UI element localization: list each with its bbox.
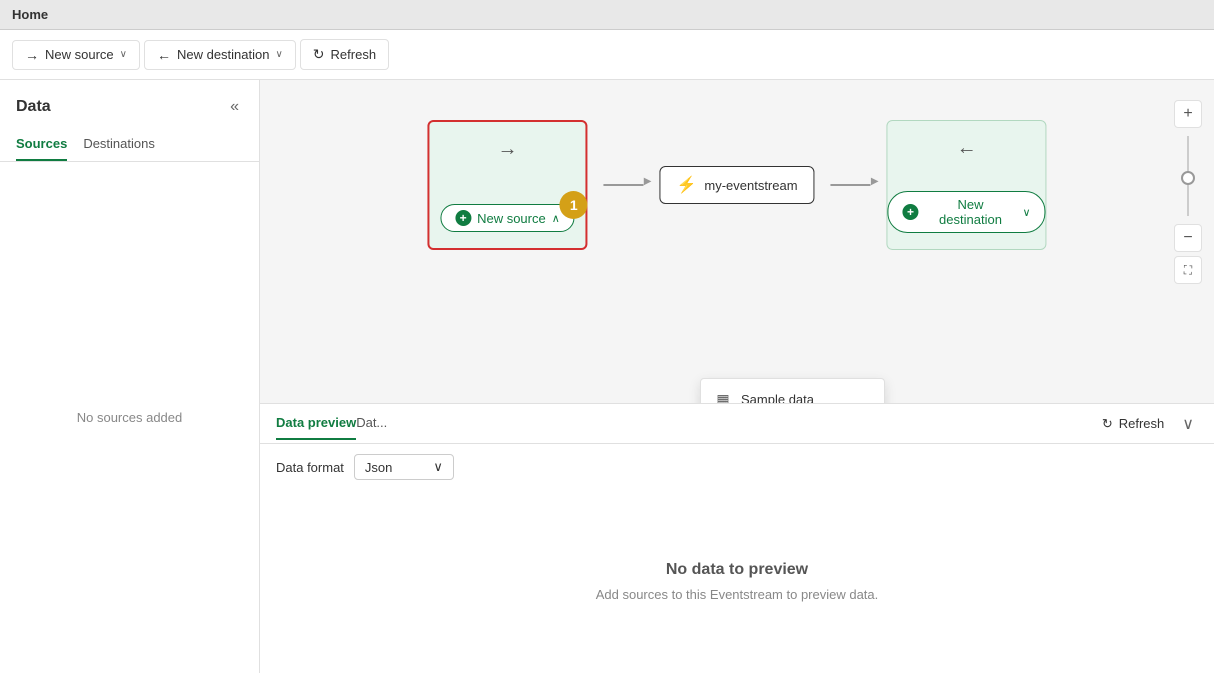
sidebar-header: Data « bbox=[0, 80, 259, 128]
enter-icon: → bbox=[25, 47, 39, 63]
arrow-right bbox=[831, 184, 871, 186]
exit-icon: ← bbox=[157, 47, 171, 63]
zoom-slider-track bbox=[1187, 136, 1189, 216]
sidebar-tab-destinations[interactable]: Destinations bbox=[83, 128, 155, 161]
new-destination-label: New destination bbox=[177, 47, 270, 62]
fit-view-button[interactable]: ⛶ bbox=[1174, 256, 1202, 284]
zoom-slider-thumb[interactable] bbox=[1181, 171, 1195, 185]
no-data-subtitle: Add sources to this Eventstream to previ… bbox=[596, 587, 879, 602]
toolbar: → New source ∨ ← New destination ∨ ↻ Ref… bbox=[0, 30, 1214, 80]
new-destination-node-label: New destination bbox=[924, 197, 1016, 227]
no-data-title: No data to preview bbox=[666, 561, 808, 579]
data-format-label: Data format bbox=[276, 460, 344, 475]
sample-data-label: Sample data bbox=[741, 392, 814, 404]
new-source-chevron-icon: ∨ bbox=[120, 49, 127, 60]
source-node: → + New source ∧ 1 bbox=[427, 120, 587, 250]
sidebar-title: Data bbox=[16, 98, 51, 116]
new-destination-node-button[interactable]: + New destination ∨ bbox=[888, 191, 1046, 233]
menu-item-sample-data[interactable]: ▦ Sample data bbox=[701, 383, 884, 403]
new-source-node-button[interactable]: + New source ∧ 1 bbox=[440, 204, 575, 232]
plus-icon: + bbox=[455, 210, 471, 226]
new-source-button[interactable]: → New source ∨ bbox=[12, 40, 140, 70]
center-node-label: my-eventstream bbox=[704, 178, 797, 193]
sample-data-icon: ▦ bbox=[715, 391, 731, 403]
new-source-label: New source bbox=[45, 47, 114, 62]
canvas: → + New source ∧ 1 ⚡ bbox=[260, 80, 1214, 403]
flow-container: → + New source ∧ 1 ⚡ bbox=[427, 120, 1046, 250]
dropdown-menu: ▦ Sample data ⊟ Azure Event Hub ⊡ Azure … bbox=[700, 378, 885, 403]
eventstream-icon: ⚡ bbox=[676, 175, 696, 195]
source-chevron: ∧ bbox=[552, 212, 560, 225]
sidebar-empty-message: No sources added bbox=[0, 162, 259, 673]
new-source-node-label: New source bbox=[477, 211, 546, 226]
zoom-out-button[interactable]: − bbox=[1174, 224, 1202, 252]
bottom-refresh-button[interactable]: ↻ Refresh bbox=[1094, 412, 1172, 436]
arrow-line-right bbox=[831, 184, 871, 186]
data-format-row: Data format Json ∨ bbox=[260, 444, 1214, 490]
tab-data-preview[interactable]: Data preview bbox=[276, 407, 356, 440]
center-node: ⚡ my-eventstream bbox=[659, 166, 814, 204]
format-chevron-icon: ∨ bbox=[433, 459, 443, 475]
destination-node-icon: ← bbox=[957, 137, 977, 160]
bottom-refresh-icon: ↻ bbox=[1102, 416, 1113, 432]
refresh-label: Refresh bbox=[331, 47, 377, 62]
step1-badge: 1 bbox=[560, 191, 588, 219]
no-data-area: No data to preview Add sources to this E… bbox=[260, 490, 1214, 673]
new-destination-button[interactable]: ← New destination ∨ bbox=[144, 40, 296, 70]
expand-panel-button[interactable]: ∨ bbox=[1178, 410, 1198, 438]
format-value: Json bbox=[365, 460, 392, 475]
bottom-panel: Data preview Dat... ↻ Refresh ∨ Data for… bbox=[260, 403, 1214, 673]
destination-node: ← + New destination ∨ bbox=[887, 120, 1047, 250]
bottom-tabs-row: Data preview Dat... ↻ Refresh ∨ bbox=[260, 404, 1214, 444]
plus-dest-icon: + bbox=[903, 204, 919, 220]
tab-data-insights[interactable]: Dat... bbox=[356, 407, 387, 440]
bottom-refresh-label: Refresh bbox=[1119, 416, 1165, 431]
home-label: Home bbox=[12, 7, 48, 22]
arrow-left bbox=[603, 184, 643, 186]
zoom-in-button[interactable]: + bbox=[1174, 100, 1202, 128]
zoom-controls: + − ⛶ bbox=[1174, 100, 1202, 284]
refresh-icon: ↻ bbox=[313, 46, 325, 63]
data-format-select[interactable]: Json ∨ bbox=[354, 454, 454, 480]
sidebar: Data « Sources Destinations No sources a… bbox=[0, 80, 260, 673]
refresh-button[interactable]: ↻ Refresh bbox=[300, 39, 389, 70]
title-bar: Home bbox=[0, 0, 1214, 30]
source-node-icon: → bbox=[497, 138, 517, 161]
source-node-wrapper: → + New source ∧ 1 bbox=[427, 120, 587, 250]
sidebar-tabs: Sources Destinations bbox=[0, 128, 259, 162]
sidebar-tab-sources[interactable]: Sources bbox=[16, 128, 67, 161]
dest-chevron: ∨ bbox=[1023, 206, 1031, 219]
main-layout: Data « Sources Destinations No sources a… bbox=[0, 80, 1214, 673]
arrow-line-left bbox=[603, 184, 643, 186]
collapse-sidebar-button[interactable]: « bbox=[226, 94, 243, 120]
new-destination-chevron-icon: ∨ bbox=[275, 49, 282, 60]
